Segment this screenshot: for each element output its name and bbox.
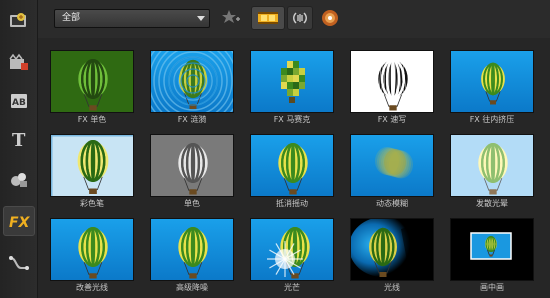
filter-label: 发散光晕 — [476, 199, 508, 208]
filter-thumbnail-item[interactable]: 改善光线 — [42, 210, 140, 292]
library-sidebar: A B T FX — [0, 0, 38, 298]
category-dropdown[interactable]: 全部 — [54, 9, 210, 28]
filter-preview-image — [50, 218, 134, 281]
filter-thumbnail-item[interactable]: 彩色笔 — [42, 126, 140, 208]
filter-label: 光线 — [384, 283, 400, 292]
filter-preview-image — [50, 50, 134, 113]
filter-thumbnail-item[interactable]: 动态模糊 — [342, 126, 440, 208]
filter-preview-image — [150, 134, 234, 197]
filter-preview-image — [450, 50, 534, 113]
chevron-down-icon — [197, 16, 205, 21]
svg-text:A: A — [12, 98, 19, 108]
filter-preview-image — [50, 134, 134, 197]
filter-label: FX 马赛克 — [273, 115, 311, 124]
browse-icon — [322, 10, 338, 26]
filter-preview-image — [350, 50, 434, 113]
graphic-icon — [11, 173, 27, 187]
add-to-favorites-icon — [222, 10, 240, 23]
video-filter-button[interactable] — [251, 6, 285, 30]
svg-text:T: T — [12, 130, 26, 149]
filter-label: 光芒 — [284, 283, 300, 292]
svg-text:B: B — [19, 98, 26, 108]
filter-preview-image — [250, 50, 334, 113]
filter-label: 动态模糊 — [376, 199, 408, 208]
audio-filter-button[interactable] — [287, 6, 313, 30]
filter-preview-image — [150, 218, 234, 281]
filter-thumbnail-item[interactable]: 单色 — [142, 126, 240, 208]
instant-project-icon — [9, 53, 28, 70]
audio-filter-icon — [293, 12, 307, 24]
path-icon — [9, 256, 29, 270]
filter-button[interactable]: FX — [3, 206, 35, 236]
filter-label: 彩色笔 — [80, 199, 104, 208]
filter-thumbnail-item[interactable]: 发散光晕 — [442, 126, 540, 208]
category-dropdown-value: 全部 — [62, 13, 81, 23]
filter-label: 改善光线 — [76, 283, 108, 292]
title-icon: T — [12, 130, 26, 149]
filter-thumbnail-item[interactable]: 高级降噪 — [142, 210, 240, 292]
filter-label: FX 速写 — [377, 115, 407, 124]
filter-label: FX 涟漪 — [177, 115, 207, 124]
filter-preview-image — [250, 218, 334, 281]
media-library-button[interactable] — [3, 6, 35, 36]
filter-thumbnail-item[interactable]: FX 速写 — [342, 42, 440, 124]
media-icon — [10, 13, 26, 27]
instant-project-button[interactable] — [3, 48, 35, 78]
filter-label: FX 单色 — [77, 115, 107, 124]
filter-preview-image — [150, 50, 234, 113]
filter-thumbnail-item[interactable]: 抵消摇动 — [242, 126, 340, 208]
transition-button[interactable]: A B — [3, 86, 35, 116]
filter-label: 高级降噪 — [176, 283, 208, 292]
filter-preview-image — [250, 134, 334, 197]
filter-thumbnail-item[interactable]: FX 马赛克 — [242, 42, 340, 124]
filter-label: 单色 — [184, 199, 200, 208]
svg-text:FX: FX — [9, 215, 30, 231]
filter-thumbnail-item[interactable]: FX 单色 — [42, 42, 140, 124]
filter-preview-image — [450, 218, 534, 281]
transition-icon: A B — [11, 94, 27, 108]
filter-thumbnail-item[interactable]: 光芒 — [242, 210, 340, 292]
graphic-button[interactable] — [3, 164, 35, 194]
filter-label: 画中画 — [480, 283, 504, 292]
filter-icon: FX — [9, 215, 30, 231]
filter-thumbnail-item[interactable]: FX 往内挤压 — [442, 42, 540, 124]
path-button[interactable] — [3, 248, 35, 278]
video-filter-icon — [258, 12, 278, 24]
library-toolbar: 全部 — [38, 0, 550, 38]
filter-thumbnail-item[interactable]: 光线 — [342, 210, 440, 292]
filter-preview-image — [350, 134, 434, 197]
filter-label: FX 往内挤压 — [469, 115, 515, 124]
filter-preview-image — [450, 134, 534, 197]
filter-library-grid: FX 单色 FX 涟漪 FX 马赛克 FX 速写 FX 往内挤压彩色笔 单色 抵消摇动 动态模… — [38, 38, 550, 298]
filter-thumbnail-item[interactable]: FX 涟漪 — [142, 42, 240, 124]
browse-button[interactable] — [320, 8, 340, 32]
filter-preview-image — [350, 218, 434, 281]
add-to-favorites-button[interactable] — [220, 8, 242, 32]
filter-label: 抵消摇动 — [276, 199, 308, 208]
filter-thumbnail-item[interactable]: 画中画 — [442, 210, 540, 292]
title-button[interactable]: T — [3, 124, 35, 154]
